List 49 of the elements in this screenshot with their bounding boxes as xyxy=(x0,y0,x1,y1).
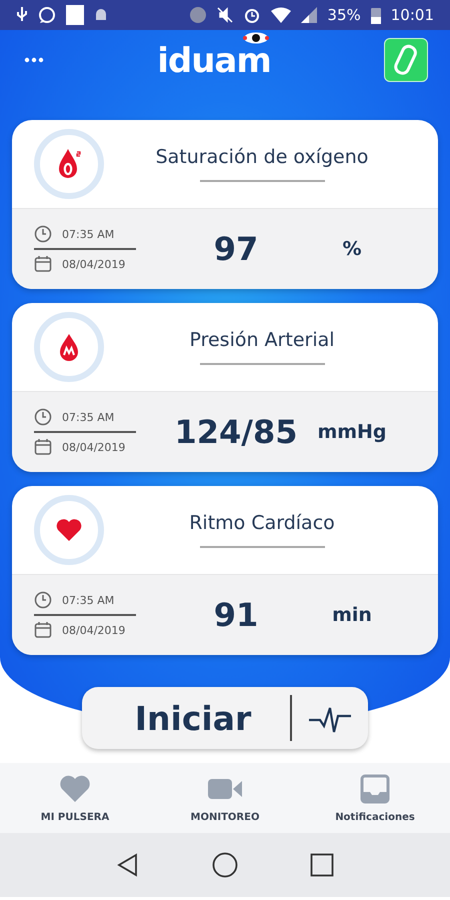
clock-time: 10:01 xyxy=(390,6,434,24)
measure-unit: % xyxy=(341,238,363,260)
measure-time: 07:35 AM xyxy=(62,594,114,606)
measure-time: 07:35 AM xyxy=(62,410,114,424)
bracelet-icon xyxy=(394,44,418,76)
app-logo: iduam xyxy=(157,44,271,78)
card-title: Presión Arterial xyxy=(189,329,335,351)
measure-unit: mmHg xyxy=(316,421,388,443)
alarm-icon xyxy=(243,6,262,24)
clock-icon xyxy=(34,408,52,426)
battery-percent: 35% xyxy=(327,6,361,24)
blood-drop-icon xyxy=(56,148,82,180)
blood-drop-icon xyxy=(58,333,80,361)
menu-icon[interactable] xyxy=(24,57,44,63)
inbox-icon xyxy=(360,774,390,804)
measure-value: 91 xyxy=(212,596,260,634)
battery-icon xyxy=(370,6,381,24)
bracelet-button[interactable] xyxy=(384,38,428,82)
back-button[interactable] xyxy=(116,853,140,877)
recents-button[interactable] xyxy=(310,853,334,877)
square-icon xyxy=(66,5,84,25)
measure-date: 08/04/2019 xyxy=(62,624,126,636)
eye-icon xyxy=(242,32,269,44)
usb-icon xyxy=(16,7,28,23)
mute-icon xyxy=(217,7,234,23)
calendar-icon xyxy=(34,621,52,639)
nav-tab[interactable]: MONITOREO xyxy=(150,763,300,833)
measure-value: 97 xyxy=(212,230,260,268)
wifi-icon xyxy=(271,7,292,23)
clock-icon xyxy=(34,591,52,609)
start-button[interactable]: Iniciar xyxy=(82,687,368,749)
video-camera-icon xyxy=(207,776,243,800)
card-title: Saturación de oxígeno xyxy=(156,146,368,168)
signal-icon xyxy=(301,7,318,23)
nav-tab[interactable]: MI PULSERA xyxy=(0,763,150,833)
calendar-icon xyxy=(34,255,52,273)
nav-tab[interactable]: Notificaciones xyxy=(300,763,450,833)
measure-date: 08/04/2019 xyxy=(62,440,126,454)
heart-icon xyxy=(55,518,83,542)
measure-date: 08/04/2019 xyxy=(62,258,126,270)
heart-icon xyxy=(59,774,91,802)
chat-icon xyxy=(38,6,56,24)
measure-unit: min xyxy=(331,604,373,626)
clock-icon xyxy=(34,225,52,243)
home-button[interactable] xyxy=(212,852,238,878)
calendar-icon xyxy=(34,438,52,456)
measure-time: 07:35 AM xyxy=(62,228,114,240)
card-title: Ritmo Cardíaco xyxy=(189,512,335,534)
measure-value: 124/85 xyxy=(173,413,298,451)
